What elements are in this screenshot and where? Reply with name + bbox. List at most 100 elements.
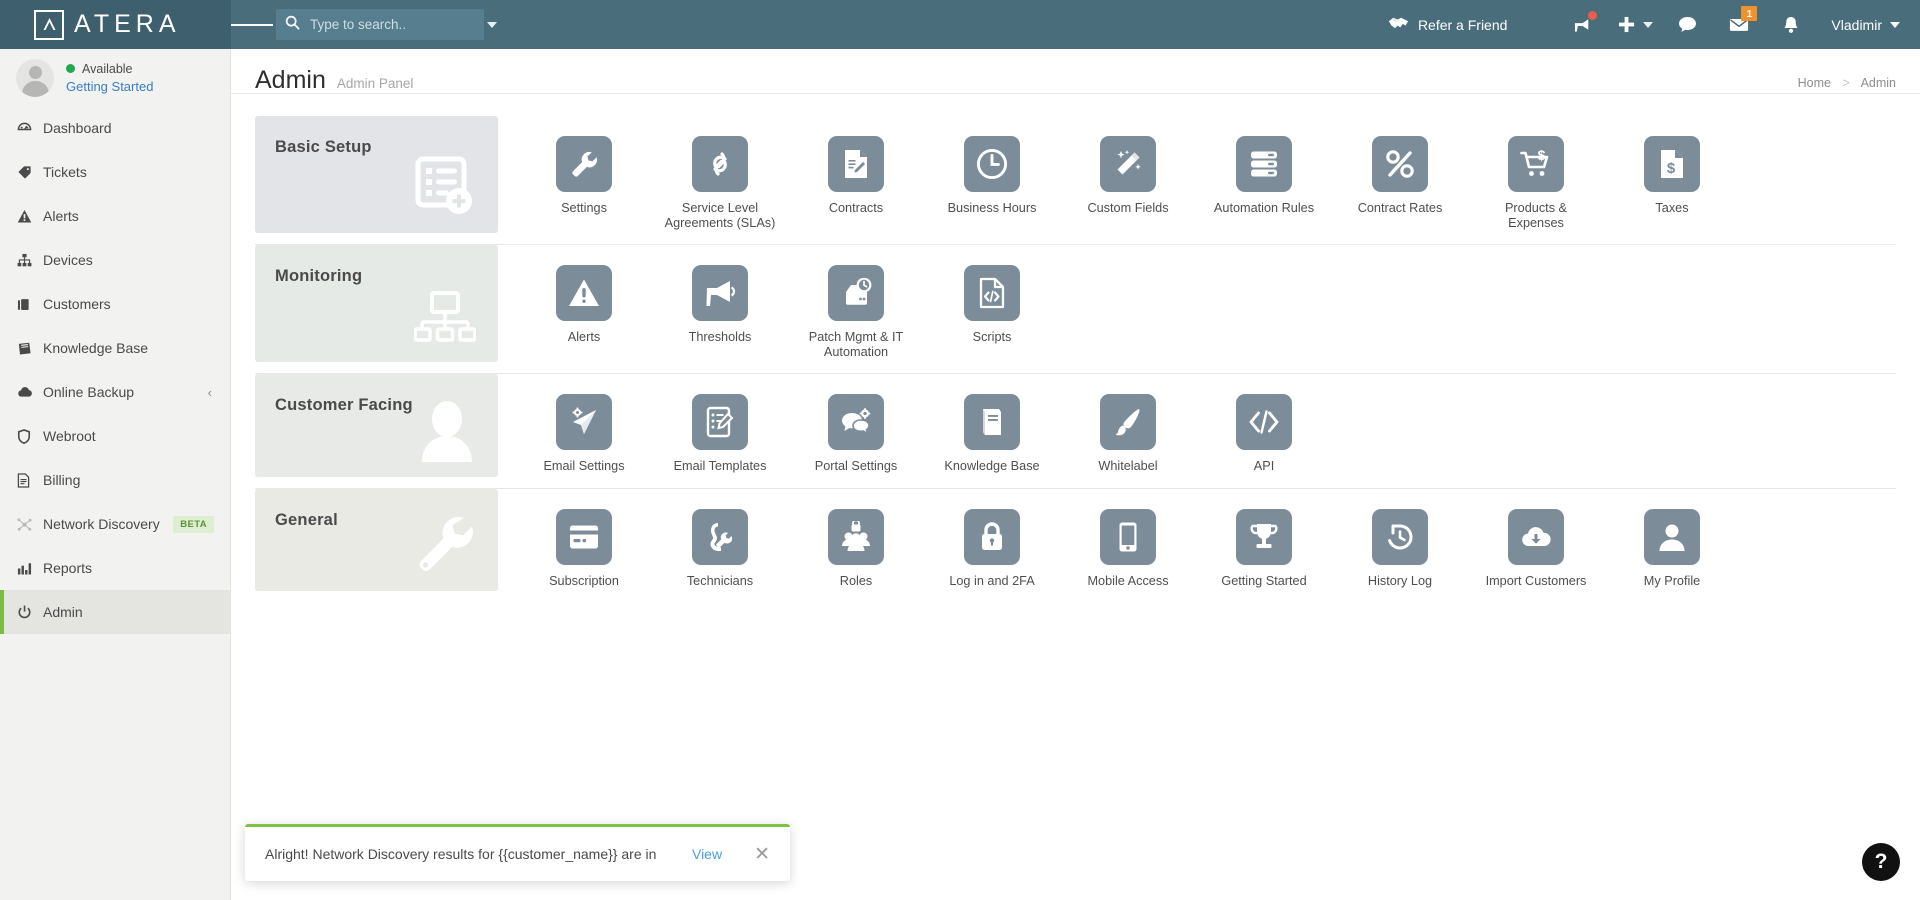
tile-service-level-agreements-slas-[interactable]: Service Level Agreements (SLAs): [652, 136, 788, 230]
credit-card-icon: [556, 508, 612, 565]
sidebar-item-billing[interactable]: Billing: [0, 458, 230, 502]
tile-history-log[interactable]: History Log: [1332, 508, 1468, 589]
announcements-button[interactable]: [1557, 0, 1609, 49]
wrench-icon: [556, 136, 612, 192]
getting-started-link[interactable]: Getting Started: [66, 79, 153, 94]
tile-alerts[interactable]: Alerts: [516, 265, 652, 359]
sidebar-item-webroot[interactable]: Webroot: [0, 414, 230, 458]
tile-email-settings[interactable]: Email Settings: [516, 394, 652, 474]
tile-import-customers[interactable]: Import Customers: [1468, 508, 1604, 589]
book-closed-icon: [964, 394, 1020, 450]
tile-business-hours[interactable]: Business Hours: [924, 136, 1060, 230]
shield-icon: [17, 428, 43, 444]
section-panel: Customer Facing: [255, 374, 498, 477]
section-basic-setup: Basic Setup Settings Service Level Agreeme…: [255, 116, 1896, 245]
sidebar-item-network-discovery[interactable]: Network Discovery BETA: [0, 502, 230, 546]
history-icon: [1372, 508, 1428, 565]
tile-custom-fields[interactable]: Custom Fields: [1060, 136, 1196, 230]
network-tree-icon: [413, 291, 477, 352]
tile-api[interactable]: API: [1196, 394, 1332, 474]
tile-label: Contract Rates: [1357, 201, 1443, 215]
help-button[interactable]: ?: [1862, 843, 1900, 881]
add-new-dropdown-icon[interactable]: [1642, 21, 1653, 28]
tile-portal-settings[interactable]: Portal Settings: [788, 394, 924, 474]
sitemap-icon: [17, 253, 43, 268]
user-profile-block[interactable]: Available Getting Started: [0, 49, 230, 106]
sidebar-item-label: Webroot: [43, 428, 96, 444]
tile-label: Email Settings: [543, 459, 625, 473]
notifications-button[interactable]: [1765, 0, 1817, 49]
sidebar-item-knowledge-base[interactable]: Knowledge Base: [0, 326, 230, 370]
tile-scripts[interactable]: Scripts: [924, 265, 1060, 359]
refer-a-friend-button[interactable]: Refer a Friend: [1388, 15, 1507, 34]
brand-logo[interactable]: ATERA: [0, 0, 231, 49]
tile-products-expenses[interactable]: $ Products & Expenses: [1468, 136, 1604, 230]
sidebar-item-alerts[interactable]: Alerts: [0, 194, 230, 238]
sidebar-item-customers[interactable]: Customers: [0, 282, 230, 326]
code-brackets-icon: [1236, 394, 1292, 450]
section-title: Basic Setup: [275, 138, 372, 156]
tile-getting-started[interactable]: Getting Started: [1196, 508, 1332, 589]
tile-subscription[interactable]: Subscription: [516, 508, 652, 589]
patch-clock-icon: [828, 265, 884, 321]
tile-contract-rates[interactable]: Contract Rates: [1332, 136, 1468, 230]
page-title: Admin: [255, 66, 326, 94]
tile-whitelabel[interactable]: Whitelabel: [1060, 394, 1196, 474]
sidebar-item-admin[interactable]: Admin: [0, 590, 230, 634]
tile-label: Scripts: [972, 330, 1012, 344]
tile-mobile-access[interactable]: Mobile Access: [1060, 508, 1196, 589]
sidebar-item-dashboard[interactable]: Dashboard: [0, 106, 230, 150]
warning-triangle-icon: [556, 265, 612, 321]
network-icon: [17, 517, 43, 532]
sidebar-item-tickets[interactable]: Tickets: [0, 150, 230, 194]
breadcrumb-separator: >: [1842, 76, 1850, 90]
sidebar-item-reports[interactable]: Reports: [0, 546, 230, 590]
template-edit-icon: [692, 394, 748, 450]
tile-label: Whitelabel: [1098, 459, 1158, 473]
tile-thresholds[interactable]: Thresholds: [652, 265, 788, 359]
sidebar-item-label: Customers: [43, 296, 111, 312]
tile-contracts[interactable]: Contracts: [788, 136, 924, 230]
tag-icon: [17, 165, 43, 180]
global-search[interactable]: [276, 9, 497, 40]
svg-text:$: $: [1667, 160, 1676, 177]
toast-view-link[interactable]: View: [692, 846, 722, 862]
tile-roles[interactable]: Roles: [788, 508, 924, 589]
sidebar-item-label: Dashboard: [43, 120, 112, 136]
tile-knowledge-base[interactable]: Knowledge Base: [924, 394, 1060, 474]
admin-sections: Basic Setup Settings Service Level Agreeme…: [231, 94, 1920, 602]
warning-icon: [17, 209, 43, 224]
announcement-unread-dot: [1588, 11, 1598, 20]
sidebar-item-label: Billing: [43, 472, 81, 488]
tile-technicians[interactable]: Technicians: [652, 508, 788, 589]
search-dropdown-icon[interactable]: [487, 21, 497, 28]
tile-my-profile[interactable]: My Profile: [1604, 508, 1740, 589]
tile-email-templates[interactable]: Email Templates: [652, 394, 788, 474]
chevron-left-icon[interactable]: ‹: [208, 385, 212, 400]
sidebar-item-label: Network Discovery: [43, 516, 160, 532]
search-input[interactable]: [310, 17, 487, 32]
sidebar-item-label: Online Backup: [43, 384, 135, 400]
sidebar-item-label: Reports: [43, 560, 93, 576]
tile-label: API: [1253, 459, 1275, 473]
search-icon: [285, 15, 300, 35]
trophy-icon: [1236, 508, 1292, 565]
sidebar-item-devices[interactable]: Devices: [0, 238, 230, 282]
tile-label: Taxes: [1655, 201, 1689, 215]
add-new-button[interactable]: [1609, 0, 1661, 49]
messages-button[interactable]: 1: [1713, 0, 1765, 49]
page-subtitle: Admin Panel: [336, 76, 414, 91]
sidebar-item-online-backup[interactable]: Online Backup ‹: [0, 370, 230, 414]
chat-button[interactable]: [1661, 0, 1713, 49]
breadcrumb-home[interactable]: Home: [1798, 76, 1831, 90]
tile-automation-rules[interactable]: Automation Rules: [1196, 136, 1332, 230]
tile-settings[interactable]: Settings: [516, 136, 652, 230]
person-icon: [418, 400, 476, 467]
beta-badge: BETA: [173, 515, 214, 533]
toast-close-icon[interactable]: ✕: [754, 845, 770, 864]
tile-patch-mgmt-it-automation[interactable]: Patch Mgmt & IT Automation: [788, 265, 924, 359]
menu-icon[interactable]: [231, 21, 273, 28]
tile-taxes[interactable]: $ Taxes: [1604, 136, 1740, 230]
user-menu-button[interactable]: Vladimir: [1831, 17, 1900, 33]
tile-log-in-and-2fa[interactable]: Log in and 2FA: [924, 508, 1060, 589]
